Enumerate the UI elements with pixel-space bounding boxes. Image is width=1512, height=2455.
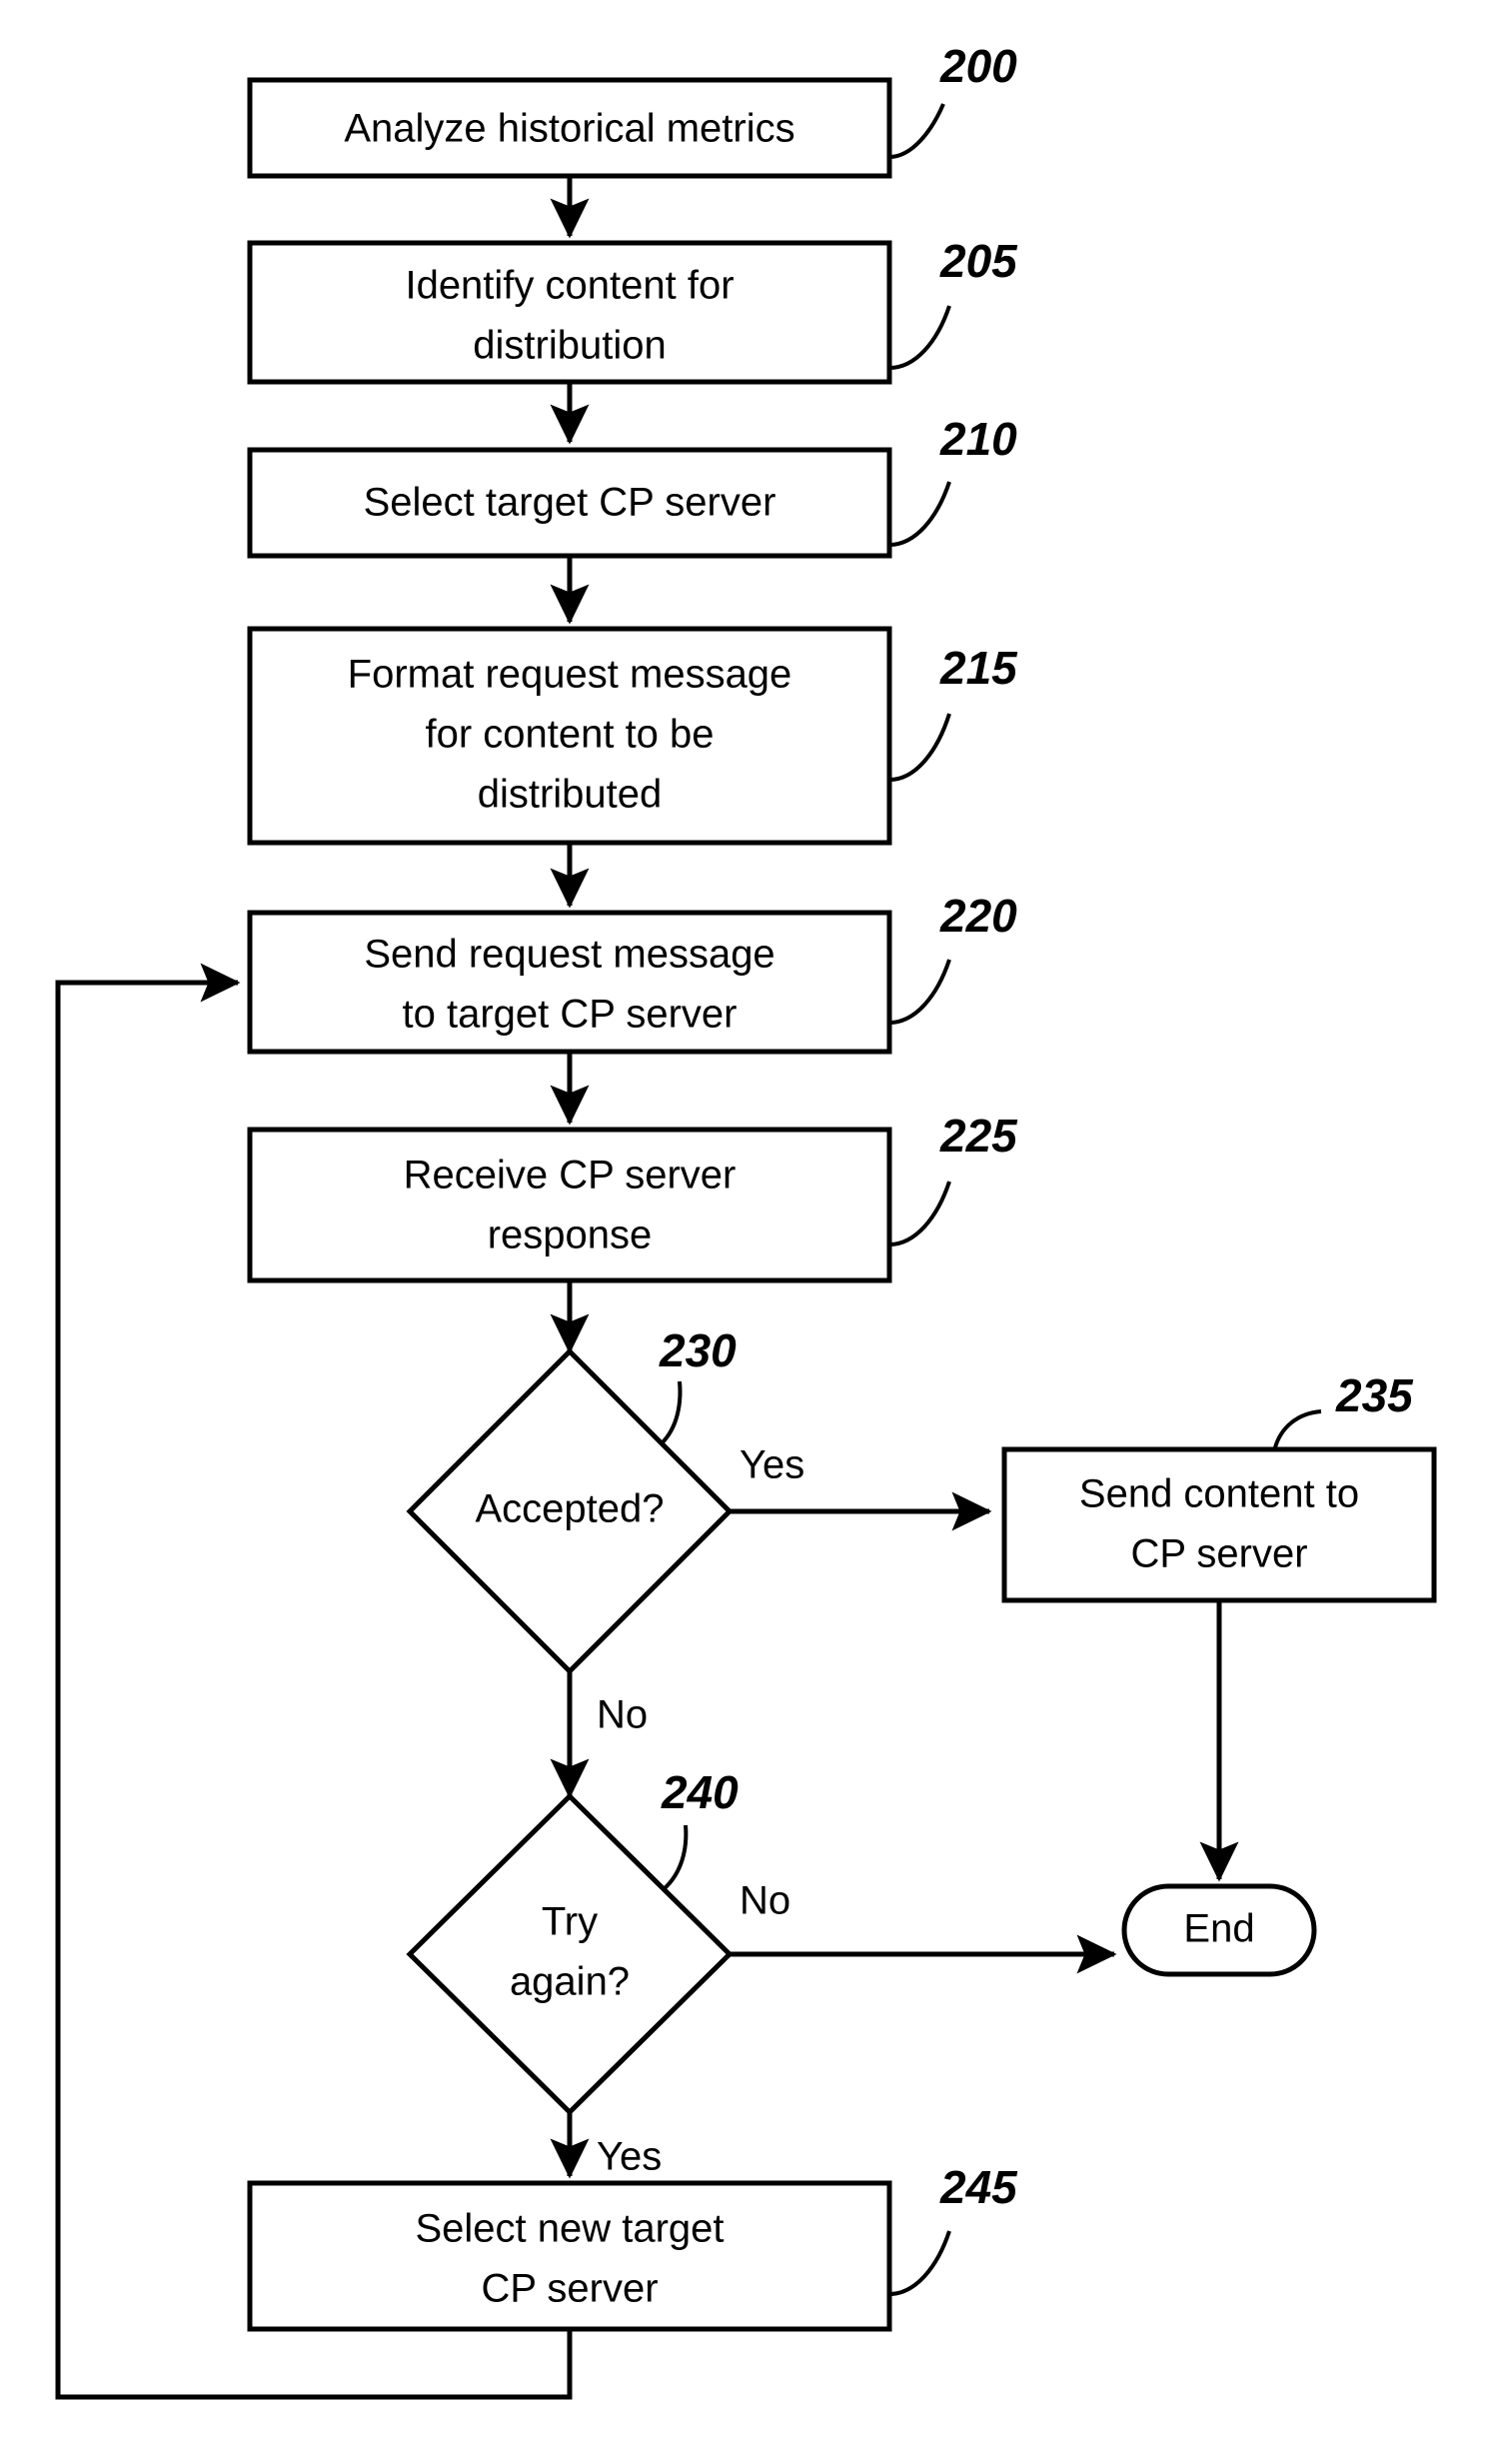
process-box-205-line-1: Identify content for xyxy=(405,264,734,308)
leader-line-220 xyxy=(888,959,951,1025)
leader-line-210 xyxy=(888,481,951,547)
decision-diamond-240-line-1: Try xyxy=(542,1900,598,1944)
leader-line-200 xyxy=(888,103,945,159)
process-box-235-line-1: Send content to xyxy=(1079,1472,1359,1516)
edge-label-accepted-no: No xyxy=(597,1693,648,1737)
ref-numeral-225: 225 xyxy=(939,1110,1018,1162)
decision-diamond-240-line-2: again? xyxy=(510,1960,630,2004)
ref-numeral-245: 245 xyxy=(939,2161,1018,2213)
flowchart-canvas: Analyze historical metrics Identify cont… xyxy=(55,40,1437,2400)
leader-line-230 xyxy=(660,1380,683,1445)
process-box-215-line-2: for content to be xyxy=(425,713,714,757)
leader-line-225 xyxy=(888,1181,951,1246)
decision-diamond-240[interactable] xyxy=(406,1792,734,2116)
ref-numeral-230: 230 xyxy=(659,1324,737,1376)
edge-label-accepted-yes: Yes xyxy=(740,1443,804,1487)
patent-figure-flowchart: Analyze historical metrics Identify cont… xyxy=(0,0,1512,2455)
leader-line-215 xyxy=(888,713,951,782)
ref-numeral-215: 215 xyxy=(939,642,1018,694)
process-box-245-line-2: CP server xyxy=(481,2267,658,2311)
leader-line-245 xyxy=(888,2230,951,2296)
edge-label-tryagain-yes: Yes xyxy=(597,2135,662,2179)
edge-label-tryagain-no: No xyxy=(740,1879,790,1923)
process-box-225-line-1: Receive CP server xyxy=(404,1154,737,1198)
process-box-220-line-2: to target CP server xyxy=(403,993,738,1037)
decision-diamond-230-label: Accepted? xyxy=(475,1487,664,1531)
process-box-210-line-1: Select target CP server xyxy=(364,481,776,525)
process-box-205-line-2: distribution xyxy=(473,324,666,368)
ref-numeral-220: 220 xyxy=(939,890,1017,942)
process-box-245-line-1: Select new target xyxy=(415,2207,724,2251)
ref-numeral-200: 200 xyxy=(939,40,1017,92)
process-box-220-line-1: Send request message xyxy=(364,933,774,977)
ref-numeral-240: 240 xyxy=(661,1766,739,1818)
process-box-200-line-1: Analyze historical metrics xyxy=(344,107,794,151)
leader-line-205 xyxy=(888,305,951,370)
terminator-end-label: End xyxy=(1183,1907,1254,1951)
ref-numeral-205: 205 xyxy=(939,235,1018,287)
ref-numeral-235: 235 xyxy=(1335,1369,1414,1421)
leader-line-240 xyxy=(662,1824,689,1891)
leader-line-235 xyxy=(1273,1409,1322,1448)
process-box-215-line-1: Format request message xyxy=(348,653,792,697)
process-box-225-line-2: response xyxy=(488,1214,653,1257)
process-box-235-line-2: CP server xyxy=(1130,1532,1307,1576)
process-box-215-line-3: distributed xyxy=(478,773,663,817)
ref-numeral-210: 210 xyxy=(939,413,1017,465)
